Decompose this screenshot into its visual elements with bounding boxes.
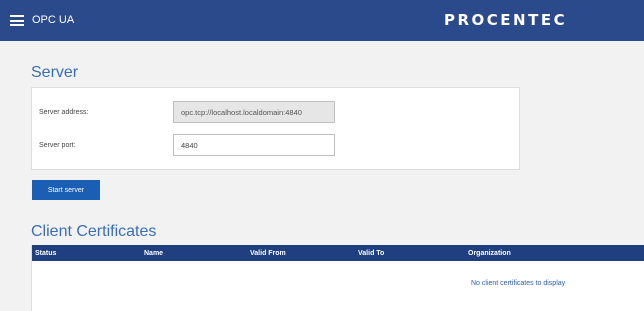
client-certificates-table: Status Name Valid From Valid To Organiza… [31,245,644,311]
column-header-valid-from[interactable]: Valid From [250,249,286,258]
server-settings-card: Server address: Server port: [31,87,520,170]
column-header-status[interactable]: Status [35,249,56,258]
start-server-button[interactable]: Start server [32,180,100,200]
server-address-label: Server address: [39,109,89,116]
server-port-label: Server port: [39,142,76,149]
column-header-name[interactable]: Name [144,249,163,258]
empty-table-message: No client certificates to display [471,280,566,287]
server-section-title: Server [31,64,79,81]
brand-logo: PROCENTEC [444,11,568,29]
top-bar: OPC UA PROCENTEC [0,0,644,41]
table-header: Status Name Valid From Valid To Organiza… [32,245,644,261]
app-title: OPC UA [32,14,75,26]
client-certificates-title: Client Certificates [31,223,157,240]
server-address-field[interactable] [173,101,335,123]
column-header-organization[interactable]: Organization [468,249,511,258]
server-port-field[interactable] [173,134,335,156]
column-header-valid-to[interactable]: Valid To [358,249,384,258]
hamburger-menu-icon[interactable] [10,15,24,26]
